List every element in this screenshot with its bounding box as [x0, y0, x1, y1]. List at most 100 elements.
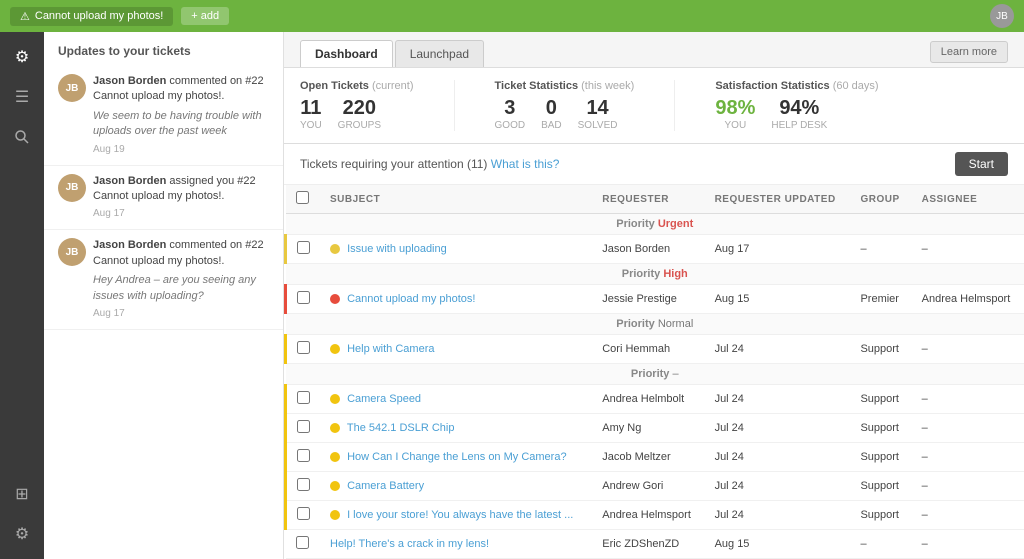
col-updated: REQUESTER UPDATED [705, 185, 851, 214]
update-item: JB Jason Borden commented on #22 Cannot … [44, 66, 283, 166]
priority-group-normal: Priority Normal [286, 314, 1024, 335]
add-button[interactable]: + add [181, 7, 229, 25]
update-subtext: Hey Andrea – are you seeing any issues w… [93, 273, 269, 304]
topbar-alert[interactable]: ⚠ Cannot upload my photos! [10, 7, 173, 26]
avatar: JB [58, 238, 86, 266]
ticket-link[interactable]: How Can I Change the Lens on My Camera? [347, 451, 567, 463]
avatar: JB [58, 174, 86, 202]
topbar: ⚠ Cannot upload my photos! + add JB [0, 0, 1024, 32]
table-row: How Can I Change the Lens on My Camera? … [286, 443, 1024, 472]
priority-indicator [330, 294, 340, 304]
row-checkbox[interactable] [297, 341, 310, 354]
updated: Jul 24 [705, 385, 851, 414]
table-row: Camera Speed Andrea Helmbolt Jul 24 Supp… [286, 385, 1024, 414]
learn-more-button[interactable]: Learn more [930, 41, 1008, 63]
requester: Andrea Helmsport [592, 501, 704, 530]
attention-bar: Tickets requiring your attention (11) Wh… [284, 144, 1024, 185]
ticket-link[interactable]: Help with Camera [347, 343, 434, 355]
avatar[interactable]: JB [990, 4, 1014, 28]
col-requester: REQUESTER [592, 185, 704, 214]
sidebar: ⚙ ☰ ⊞ ⚙ [0, 32, 44, 559]
row-checkbox[interactable] [297, 241, 310, 254]
table-row: The 542.1 DSLR Chip Amy Ng Jul 24 Suppor… [286, 414, 1024, 443]
update-text: Jason Borden commented on #22 Cannot upl… [93, 74, 269, 105]
updated: Jul 24 [705, 501, 851, 530]
group: – [850, 235, 911, 264]
group: Support [850, 385, 911, 414]
ticket-link[interactable]: Cannot upload my photos! [347, 293, 475, 305]
requester: Andrea Helmbolt [592, 385, 704, 414]
stats-area: Open Tickets (current) 11 YOU 220 GROUPS [284, 68, 1024, 144]
attention-text: Tickets requiring your attention (11) Wh… [300, 157, 559, 171]
ticket-link[interactable]: I love your store! You always have the l… [347, 509, 573, 521]
open-tickets-title: Open Tickets (current) [300, 80, 414, 92]
tabs: Dashboard Launchpad [300, 40, 486, 67]
row-checkbox[interactable] [297, 420, 310, 433]
requester: Amy Ng [592, 414, 704, 443]
stat-solved: 14 SOLVED [578, 98, 618, 131]
stat-groups: 220 GROUPS [338, 98, 381, 131]
group: Support [850, 501, 911, 530]
priority-indicator [330, 394, 340, 404]
table-row: Help! There's a crack in my lens! Eric Z… [286, 530, 1024, 559]
tickets-area[interactable]: SUBJECT REQUESTER REQUESTER UPDATED GROU… [284, 185, 1024, 559]
update-date: Aug 17 [93, 208, 269, 219]
ticket-statistics-group: Ticket Statistics (this week) 3 GOOD 0 B… [495, 80, 635, 131]
col-assignee: ASSIGNEE [912, 185, 1024, 214]
sidebar-item-settings[interactable]: ⚙ [7, 42, 37, 72]
sidebar-item-search[interactable] [7, 122, 37, 152]
col-subject: SUBJECT [320, 185, 592, 214]
assignee: – [912, 414, 1024, 443]
tab-launchpad[interactable]: Launchpad [395, 40, 484, 67]
stat-you: 11 YOU [300, 98, 322, 131]
assignee: – [912, 530, 1024, 559]
col-checkbox [286, 185, 321, 214]
updated: Jul 24 [705, 414, 851, 443]
tab-dashboard[interactable]: Dashboard [300, 40, 393, 67]
row-checkbox[interactable] [297, 507, 310, 520]
requester: Jessie Prestige [592, 285, 704, 314]
ticket-link[interactable]: Help! There's a crack in my lens! [330, 538, 489, 550]
ticket-link[interactable]: Camera Speed [347, 393, 421, 405]
requester: Eric ZDShenZD [592, 530, 704, 559]
tickets-table: SUBJECT REQUESTER REQUESTER UPDATED GROU… [284, 185, 1024, 559]
start-button[interactable]: Start [955, 152, 1008, 176]
update-item: JB Jason Borden assigned you #22 Cannot … [44, 166, 283, 231]
sidebar-item-menu[interactable]: ☰ [7, 82, 37, 112]
ticket-link[interactable]: The 542.1 DSLR Chip [347, 422, 455, 434]
sidebar-item-gear[interactable]: ⚙ [7, 519, 37, 549]
group: Support [850, 472, 911, 501]
requester: Andrew Gori [592, 472, 704, 501]
stat-sat-you: 98% YOU [715, 98, 755, 131]
row-checkbox[interactable] [297, 291, 310, 304]
left-panel: Updates to your tickets JB Jason Borden … [44, 32, 284, 559]
row-checkbox[interactable] [297, 391, 310, 404]
priority-indicator [330, 344, 340, 354]
topbar-left: ⚠ Cannot upload my photos! + add [10, 7, 229, 26]
select-all-checkbox[interactable] [296, 191, 309, 204]
satisfaction-statistics-group: Satisfaction Statistics (60 days) 98% YO… [715, 80, 878, 131]
row-checkbox[interactable] [297, 478, 310, 491]
updated: Jul 24 [705, 443, 851, 472]
left-panel-header: Updates to your tickets [44, 32, 283, 66]
row-checkbox[interactable] [296, 536, 309, 549]
table-row: Help with Camera Cori Hemmah Jul 24 Supp… [286, 335, 1024, 364]
update-text: Jason Borden assigned you #22 Cannot upl… [93, 174, 269, 205]
updated: Jul 24 [705, 335, 851, 364]
group: Support [850, 443, 911, 472]
stat-sat-helpdesk: 94% HELP DESK [771, 98, 827, 131]
avatar: JB [58, 74, 86, 102]
open-tickets-group: Open Tickets (current) 11 YOU 220 GROUPS [300, 80, 414, 131]
group: Support [850, 335, 911, 364]
priority-indicator [330, 481, 340, 491]
ticket-link[interactable]: Issue with uploading [347, 243, 447, 255]
row-checkbox[interactable] [297, 449, 310, 462]
table-row: I love your store! You always have the l… [286, 501, 1024, 530]
sidebar-item-widget[interactable]: ⊞ [7, 479, 37, 509]
alert-icon: ⚠ [20, 10, 30, 23]
attention-link[interactable]: What is this? [491, 157, 560, 171]
priority-indicator [330, 452, 340, 462]
ticket-link[interactable]: Camera Battery [347, 480, 424, 492]
assignee: Andrea Helmsport [912, 285, 1024, 314]
priority-indicator [330, 510, 340, 520]
